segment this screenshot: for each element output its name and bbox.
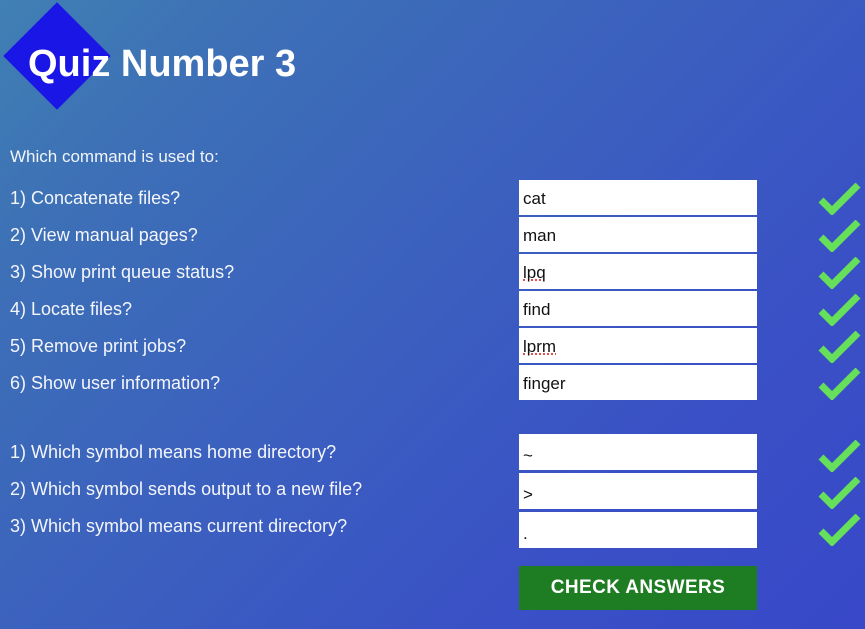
question-label: 6) Show user information? (10, 373, 221, 393)
intro-text: Which command is used to: (10, 147, 219, 166)
check-icon (818, 294, 862, 331)
answer-input[interactable] (519, 291, 757, 326)
question-label: 4) Locate files? (10, 299, 133, 319)
result-list-group-1 (818, 183, 862, 405)
answer-input[interactable] (519, 254, 757, 289)
check-icon (818, 477, 862, 514)
quiz-page: Quiz Number 3 Which command is used to: … (0, 0, 865, 629)
question-list-group-2: 1) Which symbol means home directory? 2)… (10, 440, 362, 551)
check-icon (818, 220, 862, 257)
answer-input[interactable] (519, 180, 757, 215)
answer-input[interactable] (519, 217, 757, 252)
check-icon (818, 257, 862, 294)
page-title: Quiz Number 3 (28, 43, 297, 85)
answer-input[interactable] (519, 328, 757, 363)
answer-input[interactable] (519, 434, 757, 470)
result-list-group-2 (818, 440, 862, 551)
question-label: 2) View manual pages? (10, 225, 198, 245)
answer-field-list-group-2 (519, 434, 757, 551)
question-list-group-1: 1) Concatenate files? 2) View manual pag… (10, 186, 234, 408)
question-label: 1) Which symbol means home directory? (10, 442, 337, 462)
question-label: 2) Which symbol sends output to a new fi… (10, 479, 363, 499)
answer-input[interactable] (519, 473, 757, 509)
check-icon (818, 183, 862, 220)
question-label: 1) Concatenate files? (10, 188, 181, 208)
page-header: Quiz Number 3 (0, 0, 865, 130)
answer-input[interactable] (519, 512, 757, 548)
check-icon (818, 514, 862, 551)
check-icon (818, 368, 862, 405)
answer-field-list-group-1 (519, 180, 757, 402)
question-label: 3) Which symbol means current directory? (10, 516, 348, 536)
question-label: 5) Remove print jobs? (10, 336, 187, 356)
check-answers-button[interactable]: CHECK ANSWERS (519, 566, 757, 610)
answer-input[interactable] (519, 365, 757, 400)
check-icon (818, 440, 862, 477)
check-icon (818, 331, 862, 368)
question-label: 3) Show print queue status? (10, 262, 235, 282)
